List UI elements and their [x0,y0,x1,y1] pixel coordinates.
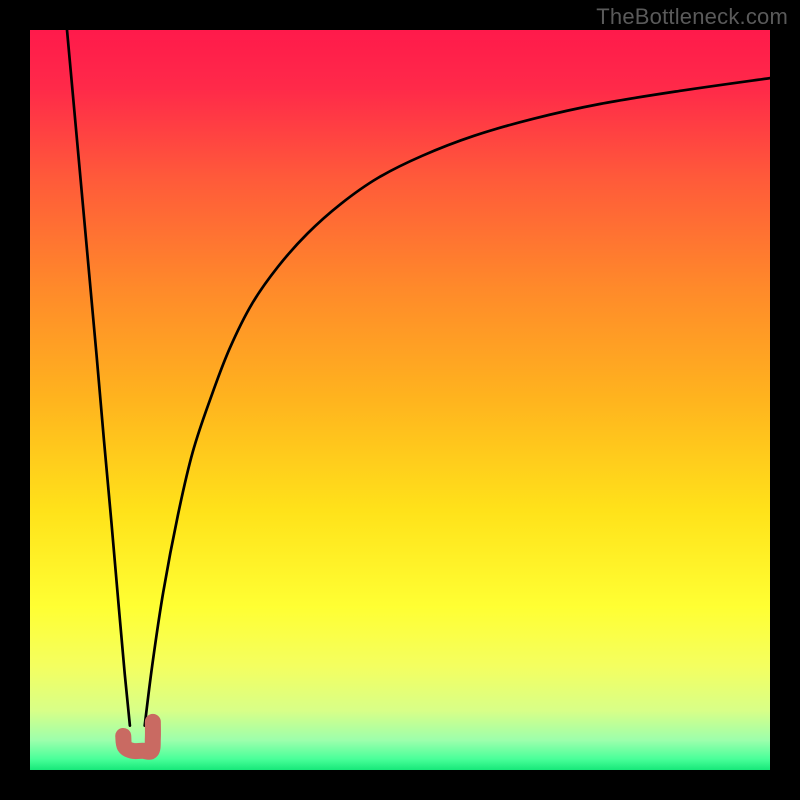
attribution-text: TheBottleneck.com [596,4,788,30]
selected-marker [123,722,153,752]
curve-left-segment [67,30,130,726]
plot-overlay [30,30,770,770]
chart-frame: TheBottleneck.com [0,0,800,800]
curve-right-segment [145,78,770,726]
